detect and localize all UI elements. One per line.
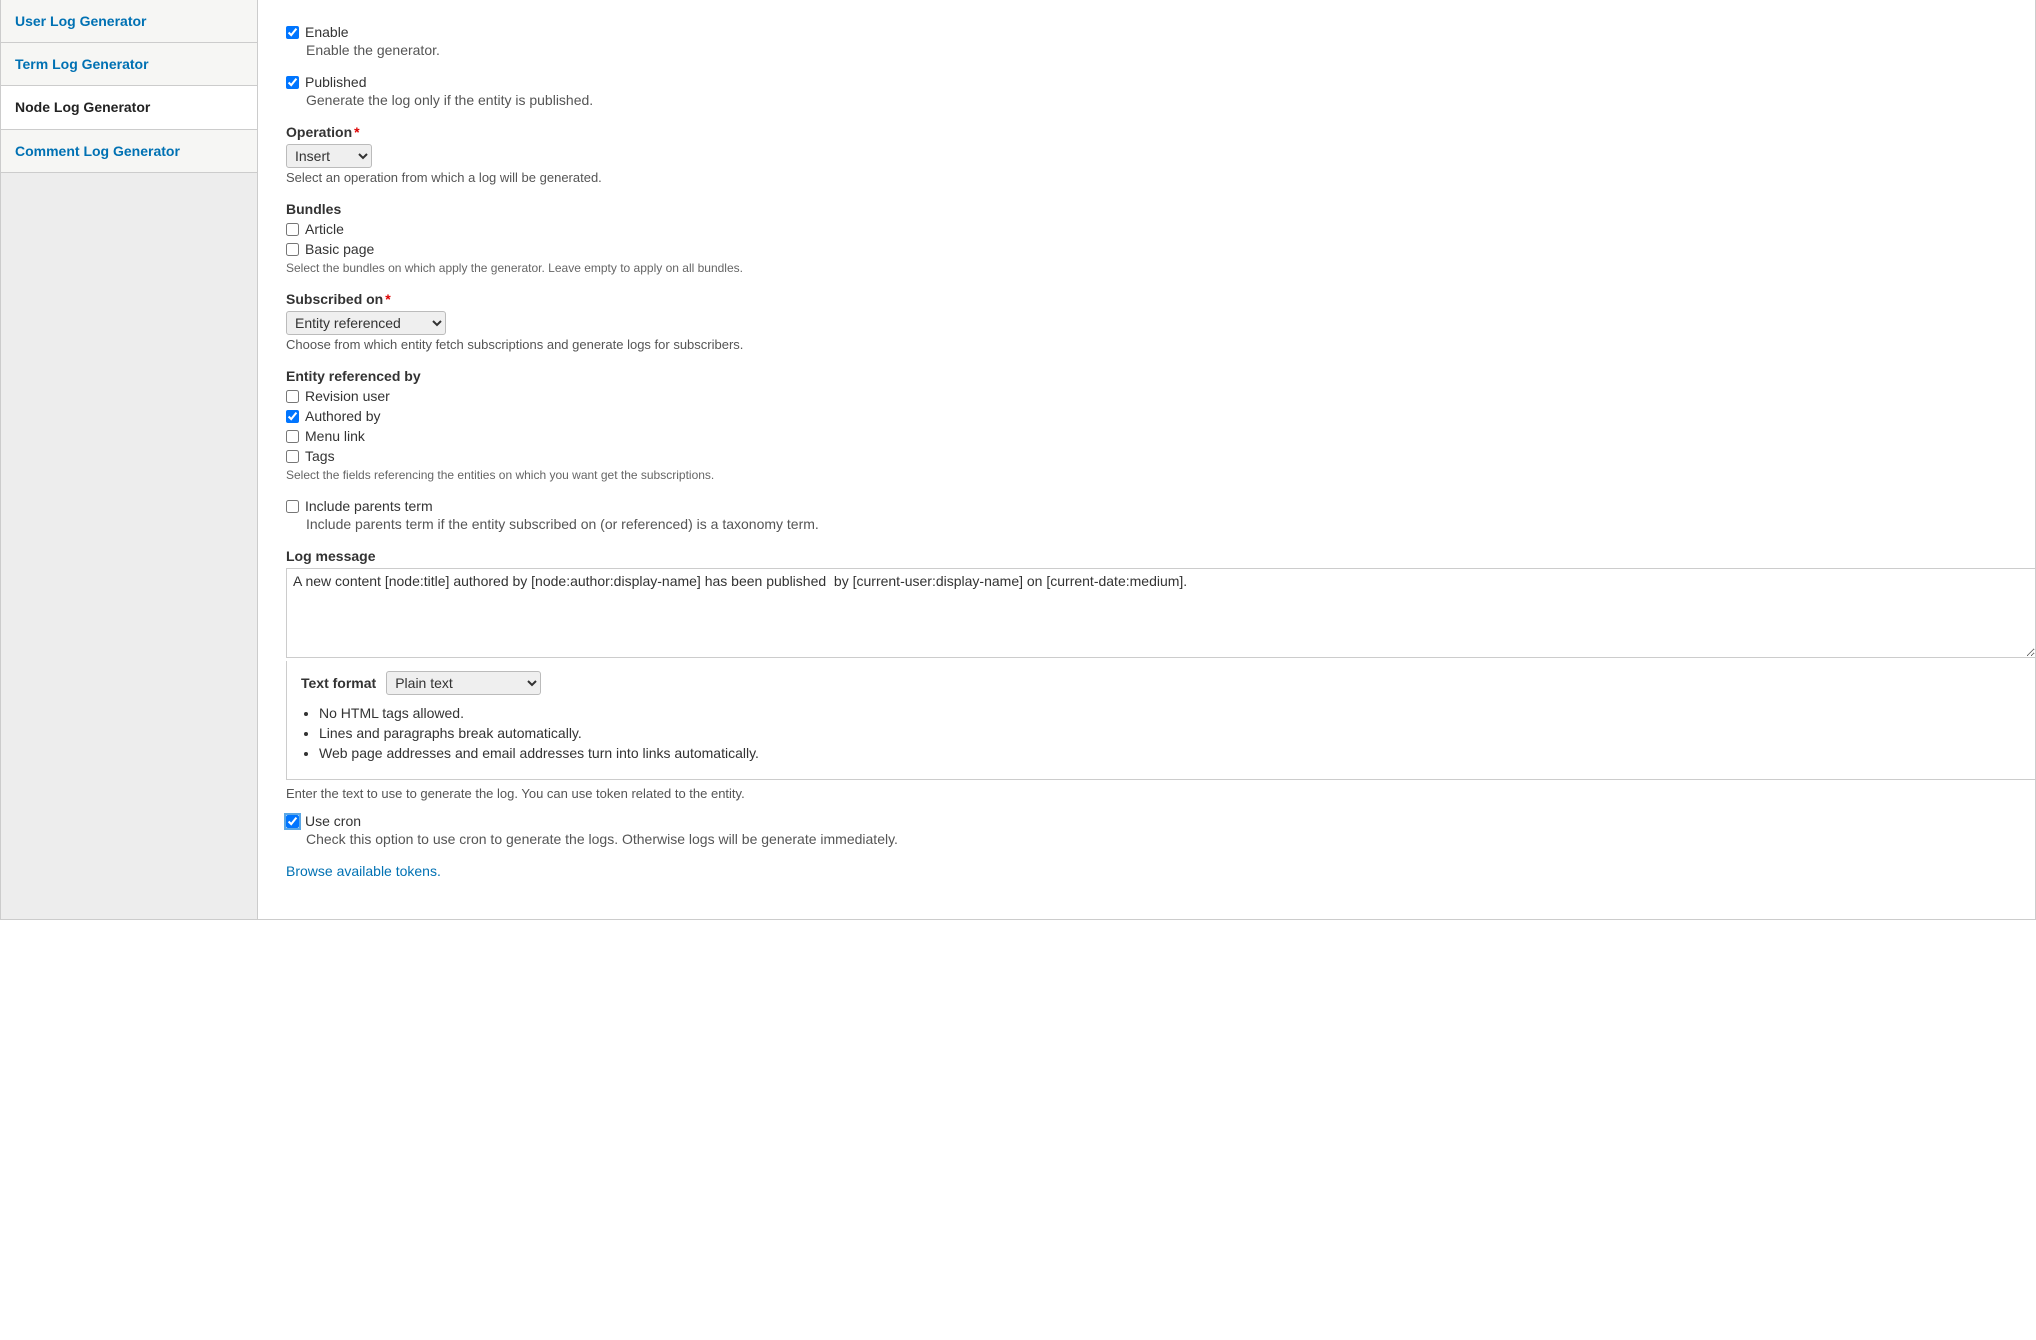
use-cron-checkbox[interactable] bbox=[286, 815, 299, 828]
ref-tags-checkbox[interactable] bbox=[286, 450, 299, 463]
text-format-tip: Lines and paragraphs break automatically… bbox=[319, 725, 2021, 741]
tab-comment-log-generator[interactable]: Comment Log Generator bbox=[1, 130, 257, 173]
required-mark: * bbox=[385, 291, 390, 307]
enable-label: Enable bbox=[305, 24, 349, 40]
ref-authored-by-checkbox[interactable] bbox=[286, 410, 299, 423]
log-message-help: Enter the text to use to generate the lo… bbox=[286, 786, 2035, 801]
operation-help: Select an operation from which a log wil… bbox=[286, 170, 2035, 185]
log-message-textarea[interactable] bbox=[286, 568, 2035, 658]
bundle-basic-page-label: Basic page bbox=[305, 241, 374, 257]
entity-ref-help: Select the fields referencing the entiti… bbox=[286, 468, 2035, 482]
published-description: Generate the log only if the entity is p… bbox=[306, 92, 2035, 108]
published-label: Published bbox=[305, 74, 367, 90]
operation-select[interactable]: Insert bbox=[286, 144, 372, 168]
form-panel: Enable Enable the generator. Published G… bbox=[258, 0, 2035, 919]
tab-node-log-generator[interactable]: Node Log Generator bbox=[1, 86, 257, 129]
entity-ref-label: Entity referenced by bbox=[286, 368, 2035, 384]
tab-user-log-generator[interactable]: User Log Generator bbox=[1, 0, 257, 43]
bundles-label: Bundles bbox=[286, 201, 2035, 217]
text-format-tip: No HTML tags allowed. bbox=[319, 705, 2021, 721]
text-format-tip: Web page addresses and email addresses t… bbox=[319, 745, 2021, 761]
text-format-label: Text format bbox=[301, 675, 376, 691]
text-format-box: Text format Plain text No HTML tags allo… bbox=[286, 661, 2035, 780]
subscribed-on-select[interactable]: Entity referenced bbox=[286, 311, 446, 335]
ref-menu-link-checkbox[interactable] bbox=[286, 430, 299, 443]
text-format-select[interactable]: Plain text bbox=[386, 671, 541, 695]
ref-menu-link-label: Menu link bbox=[305, 428, 365, 444]
subscribed-on-label: Subscribed on* bbox=[286, 291, 2035, 307]
bundle-article-checkbox[interactable] bbox=[286, 223, 299, 236]
ref-revision-user-checkbox[interactable] bbox=[286, 390, 299, 403]
ref-tags-label: Tags bbox=[305, 448, 335, 464]
include-parents-label: Include parents term bbox=[305, 498, 433, 514]
enable-checkbox[interactable] bbox=[286, 26, 299, 39]
enable-description: Enable the generator. bbox=[306, 42, 2035, 58]
text-format-tips: No HTML tags allowed. Lines and paragrap… bbox=[319, 705, 2021, 761]
bundle-article-label: Article bbox=[305, 221, 344, 237]
ref-revision-user-label: Revision user bbox=[305, 388, 390, 404]
use-cron-label: Use cron bbox=[305, 813, 361, 829]
use-cron-description: Check this option to use cron to generat… bbox=[306, 831, 2035, 847]
required-mark: * bbox=[354, 124, 359, 140]
include-parents-checkbox[interactable] bbox=[286, 500, 299, 513]
bundles-help: Select the bundles on which apply the ge… bbox=[286, 261, 2035, 275]
log-message-label: Log message bbox=[286, 548, 2035, 564]
bundle-basic-page-checkbox[interactable] bbox=[286, 243, 299, 256]
ref-authored-by-label: Authored by bbox=[305, 408, 381, 424]
tab-term-log-generator[interactable]: Term Log Generator bbox=[1, 43, 257, 86]
operation-label: Operation* bbox=[286, 124, 2035, 140]
vertical-tabs: User Log Generator Term Log Generator No… bbox=[1, 0, 258, 919]
include-parents-description: Include parents term if the entity subsc… bbox=[306, 516, 2035, 532]
browse-tokens-link[interactable]: Browse available tokens. bbox=[286, 863, 441, 879]
subscribed-on-help: Choose from which entity fetch subscript… bbox=[286, 337, 2035, 352]
published-checkbox[interactable] bbox=[286, 76, 299, 89]
